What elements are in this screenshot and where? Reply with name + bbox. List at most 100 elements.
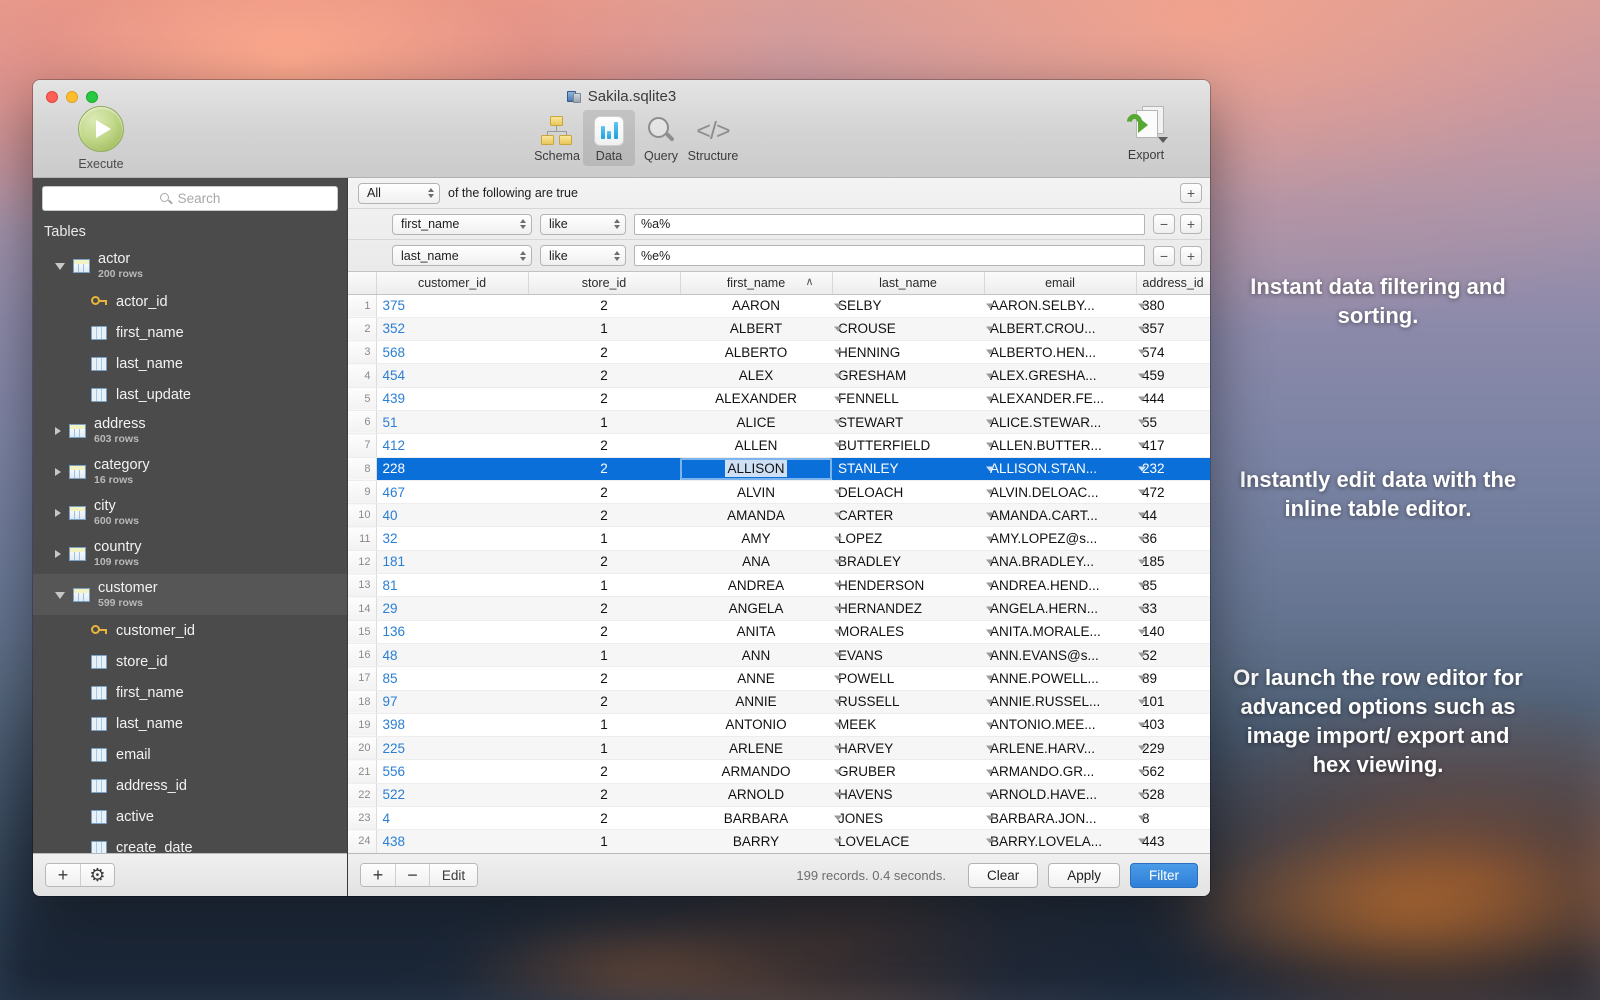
sidebar-table-address[interactable]: address603 rows [33,410,347,451]
chevron-down-icon[interactable] [1138,839,1146,844]
cell-first_name[interactable]: ALICE [680,410,832,433]
cell-store_id[interactable]: 1 [528,574,680,597]
cell-last_name[interactable]: HENNING [832,341,984,364]
table-row[interactable]: 121812ANABRADLEYANA.BRADLEY...185 [348,550,1210,573]
cell-address_id[interactable]: 574 [1136,341,1210,364]
cell-address_id[interactable]: 357 [1136,317,1210,340]
cell-last_name[interactable]: EVANS [832,643,984,666]
table-row[interactable]: 74122ALLENBUTTERFIELDALLEN.BUTTER...417 [348,434,1210,457]
chevron-down-icon[interactable] [1138,629,1146,634]
cell-address_id[interactable]: 85 [1136,574,1210,597]
cell-first_name[interactable]: ALLEN [680,434,832,457]
cell-first_name[interactable]: ANTONIO [680,713,832,736]
cell-email[interactable]: BARRY.LOVELA... [984,830,1136,853]
cell-customer_id[interactable]: 412 [376,434,528,457]
sidebar-column-first_name[interactable]: first_name [33,317,347,348]
cell-first_name[interactable]: ARLENE [680,737,832,760]
table-row[interactable]: 94672ALVINDELOACHALVIN.DELOAC...472 [348,480,1210,503]
cell-customer_id[interactable]: 352 [376,317,528,340]
add-table-button[interactable]: + [46,864,80,886]
cell-address_id[interactable]: 417 [1136,434,1210,457]
cell-customer_id[interactable]: 181 [376,550,528,573]
chevron-down-icon[interactable] [986,536,994,541]
sidebar-table-customer[interactable]: customer599 rows [33,574,347,615]
cell-last_name[interactable]: BUTTERFIELD [832,434,984,457]
chevron-down-icon[interactable] [1138,396,1146,401]
column-header-email[interactable]: email [984,272,1136,294]
cell-first_name[interactable]: ALLISON [680,457,832,480]
chevron-down-icon[interactable] [1138,490,1146,495]
add-condition-group-button[interactable]: + [1180,183,1202,203]
cell-email[interactable]: ALLISON.STAN... [984,457,1136,480]
cell-address_id[interactable]: 403 [1136,713,1210,736]
chevron-down-icon[interactable] [1138,722,1146,727]
sidebar-table-country[interactable]: country109 rows [33,533,347,574]
cell-last_name[interactable]: HENDERSON [832,574,984,597]
cell-store_id[interactable]: 1 [528,410,680,433]
chevron-down-icon[interactable] [834,816,842,821]
cell-store_id[interactable]: 2 [528,620,680,643]
cell-email[interactable]: ALBERT.CROU... [984,317,1136,340]
chevron-down-icon[interactable] [986,629,994,634]
cell-first_name[interactable]: ANNE [680,667,832,690]
chevron-down-icon[interactable] [1138,746,1146,751]
cell-store_id[interactable]: 2 [528,457,680,480]
chevron-down-icon[interactable] [986,396,994,401]
cell-address_id[interactable]: 101 [1136,690,1210,713]
cell-customer_id[interactable]: 81 [376,574,528,597]
cell-customer_id[interactable]: 29 [376,597,528,620]
cell-email[interactable]: BARBARA.JON... [984,807,1136,830]
chevron-down-icon[interactable] [834,839,842,844]
cell-email[interactable]: AMY.LOPEZ@s... [984,527,1136,550]
table-row[interactable]: 17852ANNEPOWELLANNE.POWELL...89 [348,667,1210,690]
table-row[interactable]: 54392ALEXANDERFENNELLALEXANDER.FE...444 [348,387,1210,410]
cell-email[interactable]: ANN.EVANS@s... [984,643,1136,666]
chevron-down-icon[interactable] [986,513,994,518]
cell-last_name[interactable]: BRADLEY [832,550,984,573]
cell-last_name[interactable]: HARVEY [832,737,984,760]
cell-store_id[interactable]: 2 [528,504,680,527]
chevron-down-icon[interactable] [1138,559,1146,564]
cell-first_name[interactable]: ANGELA [680,597,832,620]
tab-data[interactable]: Data [583,110,635,166]
chevron-down-icon[interactable] [1138,792,1146,797]
cell-store_id[interactable]: 1 [528,317,680,340]
chevron-down-icon[interactable] [1138,466,1146,471]
column-header-customer_id[interactable]: customer_id [376,272,528,294]
cell-last_name[interactable]: MORALES [832,620,984,643]
table-row[interactable]: 202251ARLENEHARVEYARLENE.HARV...229 [348,737,1210,760]
chevron-down-icon[interactable] [55,263,65,270]
cell-email[interactable]: ANA.BRADLEY... [984,550,1136,573]
cell-last_name[interactable]: STEWART [832,410,984,433]
column-header-first_name[interactable]: first_name ∧ [680,272,832,294]
cell-address_id[interactable]: 229 [1136,737,1210,760]
cell-customer_id[interactable]: 454 [376,364,528,387]
cell-email[interactable]: AARON.SELBY... [984,294,1136,317]
cell-first_name[interactable]: BARRY [680,830,832,853]
cell-email[interactable]: ANNIE.RUSSEL... [984,690,1136,713]
cell-customer_id[interactable]: 4 [376,807,528,830]
cell-address_id[interactable]: 36 [1136,527,1210,550]
cell-customer_id[interactable]: 398 [376,713,528,736]
chevron-down-icon[interactable] [834,513,842,518]
filter-operator-select[interactable]: like [540,245,626,266]
export-button[interactable]: Export [1106,106,1186,162]
remove-condition-button[interactable]: − [1153,214,1175,234]
cell-address_id[interactable]: 89 [1136,667,1210,690]
chevron-down-icon[interactable] [986,746,994,751]
chevron-down-icon[interactable] [986,490,994,495]
cell-first_name[interactable]: ALEX [680,364,832,387]
table-row[interactable]: 35682ALBERTOHENNINGALBERTO.HEN...574 [348,341,1210,364]
cell-store_id[interactable]: 2 [528,364,680,387]
chevron-down-icon[interactable] [1138,303,1146,308]
chevron-down-icon[interactable] [986,559,994,564]
filter-field-select[interactable]: first_name [392,214,532,235]
cell-store_id[interactable]: 1 [528,830,680,853]
cell-first_name[interactable]: ALBERTO [680,341,832,364]
cell-address_id[interactable]: 459 [1136,364,1210,387]
column-header-last_name[interactable]: last_name [832,272,984,294]
chevron-down-icon[interactable] [1138,350,1146,355]
chevron-right-icon[interactable] [55,468,61,476]
cell-customer_id[interactable]: 97 [376,690,528,713]
cell-customer_id[interactable]: 32 [376,527,528,550]
